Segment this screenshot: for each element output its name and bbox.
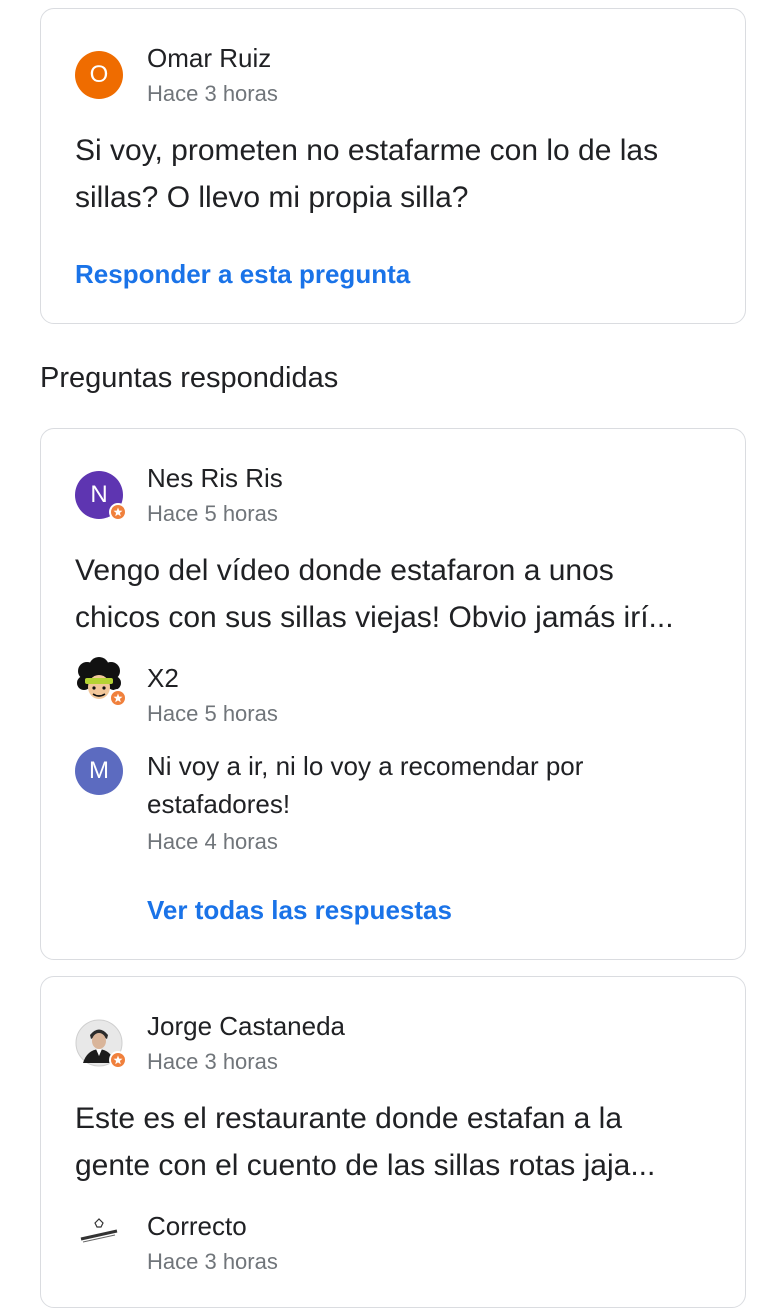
question-time: Hace 3 horas [147, 1049, 278, 1074]
answer-time: Hace 4 horas [147, 829, 278, 854]
question-text-line: Este es el restaurante donde estafan a l… [75, 1102, 623, 1135]
question-text-line: gente con el cuento de las sillas rotas … [75, 1149, 656, 1182]
question-text-line: Si voy, prometen no estafarme con lo de … [75, 134, 659, 167]
local-guide-badge-icon [109, 1051, 127, 1069]
local-guide-badge-icon [109, 503, 127, 521]
question-time: Hace 5 horas [147, 501, 278, 526]
answer-author[interactable]: X2 [147, 663, 179, 694]
answer-author[interactable]: Correcto [147, 1211, 247, 1242]
afro-character-avatar-icon[interactable] [75, 657, 127, 707]
avatar-letter: O [89, 61, 109, 88]
answer-text-line: estafadores! [147, 789, 291, 819]
logo-avatar-icon[interactable] [75, 1209, 123, 1257]
see-all-answers-link[interactable]: Ver todas las respuestas [147, 895, 452, 926]
answer-time: Hace 5 horas [147, 701, 278, 726]
local-guide-badge-icon [109, 689, 127, 707]
question-text: Si voy, prometen no estafarme con lo de … [75, 127, 715, 221]
question-time: Hace 3 horas [147, 81, 278, 106]
question-text[interactable]: Vengo del vídeo donde estafaron a unos c… [75, 547, 715, 641]
avatar-letter: N [90, 481, 108, 508]
section-title: Preguntas respondidas [40, 362, 339, 394]
question-card: O Omar Ruiz Hace 3 horas Si voy, promete… [40, 8, 746, 324]
avatar-letter: M [89, 757, 109, 784]
qa-page: O Omar Ruiz Hace 3 horas Si voy, promete… [0, 0, 778, 1310]
question-text-line: Vengo del vídeo donde estafaron a unos [75, 554, 614, 587]
question-author[interactable]: Nes Ris Ris [147, 463, 283, 494]
avatar[interactable]: O [75, 51, 123, 99]
answer-question-link[interactable]: Responder a esta pregunta [75, 259, 410, 290]
profile-photo-avatar-icon[interactable] [75, 1019, 127, 1069]
question-text-line: chicos con sus sillas viejas! Obvio jamá… [75, 601, 674, 634]
question-author[interactable]: Omar Ruiz [147, 43, 271, 74]
avatar[interactable]: M [75, 747, 123, 795]
answer-text: Ni voy a ir, ni lo voy a recomendar por … [147, 747, 687, 823]
question-text-line: sillas? O llevo mi propia silla? [75, 181, 469, 214]
question-author[interactable]: Jorge Castaneda [147, 1011, 345, 1042]
answer-text-line: Ni voy a ir, ni lo voy a recomendar por [147, 751, 584, 781]
avatar[interactable]: N [75, 471, 127, 521]
answer-time: Hace 3 horas [147, 1249, 278, 1274]
question-text[interactable]: Este es el restaurante donde estafan a l… [75, 1095, 715, 1189]
answered-question-card: N Nes Ris Ris Hace 5 horas Vengo del víd… [40, 428, 746, 960]
answered-question-card: Jorge Castaneda Hace 3 horas Este es el … [40, 976, 746, 1308]
